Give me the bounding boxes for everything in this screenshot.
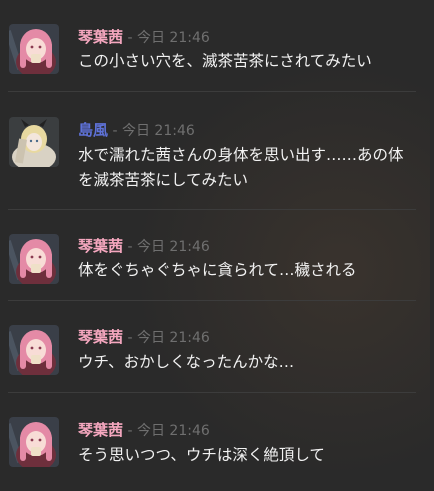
- message-item: 島風 - 今日 21:46 水で濡れた茜さんの身体を思い出す……あの体を滅茶苦茶…: [0, 92, 416, 189]
- timestamp: 今日 21:46: [136, 330, 210, 346]
- separator: -: [127, 330, 133, 346]
- separator: -: [127, 30, 133, 46]
- timestamp: 今日 21:46: [136, 30, 210, 46]
- chat-log: 琴葉茜 - 今日 21:46 この小さい穴を、滅茶苦茶にされてみたい 島風 -: [0, 0, 434, 491]
- message-item: 琴葉茜 - 今日 21:46 体をぐちゃぐちゃに貪られて…穢される: [0, 210, 416, 298]
- message-text: そう思いつつ、ウチは深く絶頂して: [78, 446, 325, 464]
- avatar[interactable]: [9, 417, 59, 467]
- message-header: 琴葉茜 - 今日 21:46: [78, 26, 210, 46]
- message-text: 水で濡れた茜さんの身体を思い出す……あの体を滅茶苦茶にしてみたい: [78, 146, 404, 189]
- avatar[interactable]: [9, 117, 59, 167]
- avatar[interactable]: [9, 234, 59, 284]
- message-item: 琴葉茜 - 今日 21:46 この小さい穴を、滅茶苦茶にされてみたい: [0, 0, 416, 88]
- timestamp: 今日 21:46: [121, 123, 195, 139]
- separator: -: [127, 239, 133, 255]
- author-name[interactable]: 島風: [78, 121, 108, 139]
- author-name[interactable]: 琴葉茜: [78, 328, 123, 346]
- message-header: 琴葉茜 - 今日 21:46: [78, 235, 210, 255]
- avatar[interactable]: [9, 24, 59, 74]
- author-name[interactable]: 琴葉茜: [78, 421, 123, 439]
- message-text: ウチ、おかしくなったんかな…: [78, 353, 295, 371]
- message-header: 琴葉茜 - 今日 21:46: [78, 326, 210, 346]
- timestamp: 今日 21:46: [136, 239, 210, 255]
- akane-avatar-icon: [9, 24, 59, 74]
- message-text: 体をぐちゃぐちゃに貪られて…穢される: [78, 261, 357, 279]
- separator: -: [112, 123, 118, 139]
- timestamp: 今日 21:46: [136, 423, 210, 439]
- avatar[interactable]: [9, 325, 59, 375]
- author-name[interactable]: 琴葉茜: [78, 28, 123, 46]
- author-name[interactable]: 琴葉茜: [78, 237, 123, 255]
- separator: -: [127, 423, 133, 439]
- message-header: 琴葉茜 - 今日 21:46: [78, 419, 210, 439]
- akane-avatar-icon: [9, 417, 59, 467]
- message-item: 琴葉茜 - 今日 21:46 ウチ、おかしくなったんかな…: [0, 301, 416, 389]
- message-text: この小さい穴を、滅茶苦茶にされてみたい: [78, 52, 372, 70]
- message-header: 島風 - 今日 21:46: [78, 119, 195, 139]
- shimakaze-avatar-icon: [9, 117, 59, 167]
- akane-avatar-icon: [9, 234, 59, 284]
- message-item: 琴葉茜 - 今日 21:46 そう思いつつ、ウチは深く絶頂して: [0, 393, 416, 481]
- akane-avatar-icon: [9, 325, 59, 375]
